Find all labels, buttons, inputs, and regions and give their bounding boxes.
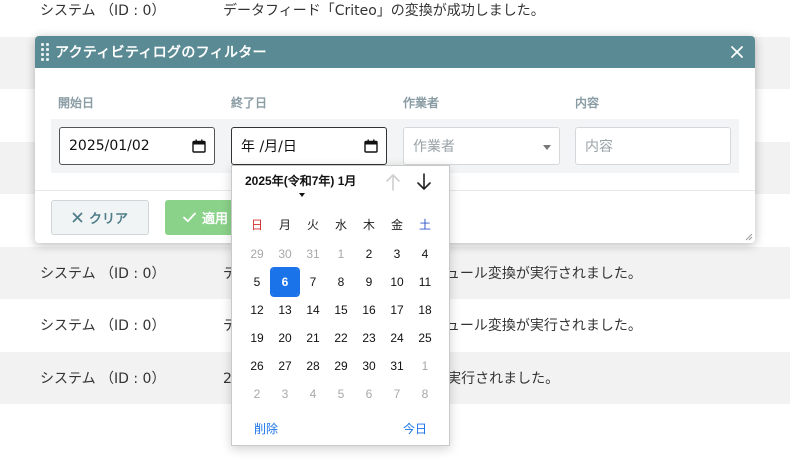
calendar-day-selected[interactable]: 6: [270, 267, 300, 297]
calendar-day[interactable]: 5: [327, 380, 355, 408]
calendar-day[interactable]: 8: [327, 268, 355, 296]
calendar-day[interactable]: 16: [355, 296, 383, 324]
weekday-label: 水: [334, 218, 347, 232]
calendar-day[interactable]: 2: [243, 380, 271, 408]
content-label: 内容: [575, 96, 600, 110]
check-icon: [183, 212, 196, 223]
start-date-value: 2025/01/02: [69, 138, 150, 154]
weekday-label: 日: [250, 218, 263, 232]
chevron-down-icon: [543, 145, 551, 150]
worker-placeholder: 作業者: [413, 139, 455, 155]
calendar-day[interactable]: 19: [243, 324, 271, 352]
month-selector[interactable]: 2025年(令和7年) 1月: [245, 172, 356, 189]
calendar-day[interactable]: 27: [271, 352, 299, 380]
calendar-day[interactable]: 4: [299, 380, 327, 408]
month-label: 2025年(令和7年) 1月: [245, 174, 357, 188]
calendar-day[interactable]: 25: [411, 324, 439, 352]
calendar-day[interactable]: 2: [355, 240, 383, 268]
calendar-day[interactable]: 15: [327, 296, 355, 324]
close-icon: [72, 212, 83, 223]
calendar-day[interactable]: 12: [243, 296, 271, 324]
calendar-day[interactable]: 5: [243, 268, 271, 296]
end-date-label: 終了日: [231, 96, 268, 110]
log-row-message: データフィード「Criteo」の変換が成功しました。: [223, 3, 545, 19]
picker-today-button[interactable]: 今日: [403, 420, 427, 437]
calendar-day[interactable]: 1: [411, 352, 439, 380]
date-picker-popup: 2025年(令和7年) 1月 日月火水木金土 29 30 31 1 2 3 4 5 6 7 8 9 10…: [231, 165, 450, 446]
clear-button[interactable]: クリア: [51, 200, 149, 235]
calendar-icon[interactable]: [364, 139, 378, 153]
log-row-actor: システム （ID : 0）: [40, 318, 166, 334]
start-date-input[interactable]: 2025/01/02: [59, 127, 215, 165]
calendar-day[interactable]: 21: [299, 324, 327, 352]
calendar-day[interactable]: 22: [327, 324, 355, 352]
calendar-icon[interactable]: [192, 139, 206, 153]
calendar-day[interactable]: 4: [411, 240, 439, 268]
calendar-grid: 29 30 31 1 2 3 4 5 6 7 8 9 10 11 12 13 14 15 16 17 18 19 20 21 2…: [243, 240, 439, 408]
calendar-day[interactable]: 29: [243, 240, 271, 268]
log-row-actor: システム （ID : 0）: [40, 3, 166, 19]
worker-select[interactable]: 作業者: [403, 127, 560, 165]
calendar-day[interactable]: 14: [299, 296, 327, 324]
weekday-label: 金: [390, 218, 403, 232]
dialog-title: アクティビティログのフィルター: [55, 45, 267, 61]
calendar-day[interactable]: 30: [271, 240, 299, 268]
calendar-day[interactable]: 23: [355, 324, 383, 352]
content-input[interactable]: 内容: [575, 127, 731, 165]
calendar-day[interactable]: 18: [411, 296, 439, 324]
calendar-day[interactable]: 3: [271, 380, 299, 408]
log-row-actor: システム （ID : 0）: [40, 370, 166, 387]
start-date-label: 開始日: [58, 96, 95, 110]
worker-label: 作業者: [403, 96, 440, 110]
calendar-day[interactable]: 9: [355, 268, 383, 296]
chevron-down-icon[interactable]: [299, 193, 305, 197]
calendar-day[interactable]: 31: [299, 240, 327, 268]
weekday-label: 月: [278, 218, 291, 232]
next-month-arrow-icon[interactable]: [415, 172, 433, 192]
calendar-day[interactable]: 7: [383, 380, 411, 408]
calendar-day[interactable]: 28: [299, 352, 327, 380]
log-row-actor: システム （ID : 0）: [40, 265, 166, 282]
calendar-day[interactable]: 29: [327, 352, 355, 380]
weekday-label: 土: [418, 218, 431, 232]
apply-button-label: 適用: [202, 212, 229, 227]
weekday-header: 日月火水木金土: [243, 217, 439, 233]
calendar-day[interactable]: 17: [383, 296, 411, 324]
content-placeholder: 内容: [585, 139, 613, 155]
end-date-value: 年 /月/日: [241, 139, 297, 155]
log-row: システム （ID : 0） データフィード「Criteo」の変換が成功しました。: [0, 0, 790, 36]
resize-handle-icon[interactable]: [745, 233, 753, 241]
calendar-day[interactable]: 20: [271, 324, 299, 352]
calendar-day[interactable]: 8: [411, 380, 439, 408]
picker-clear-button[interactable]: 削除: [254, 420, 278, 437]
calendar-day[interactable]: 10: [383, 268, 411, 296]
drag-handle-icon[interactable]: [41, 43, 51, 61]
calendar-day[interactable]: 13: [271, 296, 299, 324]
calendar-day[interactable]: 30: [355, 352, 383, 380]
calendar-day[interactable]: 7: [299, 268, 327, 296]
close-icon[interactable]: [727, 42, 747, 62]
end-date-input[interactable]: 年 /月/日: [231, 127, 387, 165]
calendar-day[interactable]: 11: [411, 268, 439, 296]
weekday-label: 木: [362, 218, 375, 232]
weekday-label: 火: [306, 218, 319, 232]
dialog-header[interactable]: アクティビティログのフィルター: [35, 36, 755, 68]
calendar-day[interactable]: 6: [355, 380, 383, 408]
calendar-day[interactable]: 31: [383, 352, 411, 380]
previous-month-arrow-icon[interactable]: [384, 172, 402, 192]
calendar-day[interactable]: 26: [243, 352, 271, 380]
calendar-day[interactable]: 3: [383, 240, 411, 268]
calendar-day[interactable]: 1: [327, 240, 355, 268]
clear-button-label: クリア: [88, 212, 128, 227]
calendar-day[interactable]: 24: [383, 324, 411, 352]
